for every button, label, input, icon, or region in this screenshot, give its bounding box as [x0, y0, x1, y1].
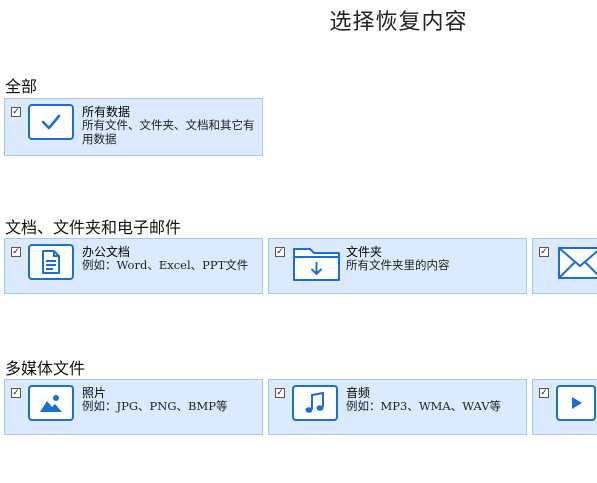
check-icon — [28, 104, 74, 140]
folder-download-icon — [292, 243, 342, 283]
document-icon — [28, 244, 74, 280]
card-desc: 所有文件夹里的内容 — [346, 258, 450, 272]
checkbox-video[interactable]: ✓ — [539, 388, 549, 398]
card-folders[interactable]: ✓ 文件夹 所有文件夹里的内容 — [268, 238, 527, 294]
checkbox-folders[interactable]: ✓ — [275, 247, 285, 257]
card-desc: 例如：MP3、WMA、WAV等 — [346, 399, 502, 413]
card-office-docs[interactable]: ✓ 办公文档 例如：Word、Excel、PPT文件 — [4, 238, 263, 294]
card-photos[interactable]: ✓ 照片 例如：JPG、PNG、BMP等 — [4, 379, 263, 435]
photo-icon — [28, 385, 74, 421]
card-desc: 例如：Word、Excel、PPT文件 — [82, 258, 249, 272]
card-audio[interactable]: ✓ 音频 例如：MP3、WMA、WAV等 — [268, 379, 527, 435]
section-label-all: 全部 — [5, 77, 38, 96]
email-icon — [557, 244, 597, 282]
section-label-media: 多媒体文件 — [5, 359, 86, 378]
checkbox-photos[interactable]: ✓ — [11, 388, 21, 398]
checkbox-office-docs[interactable]: ✓ — [11, 247, 21, 257]
card-desc: 所有文件、文件夹、文档和其它有用数据 — [82, 118, 255, 146]
section-label-docs: 文档、文件夹和电子邮件 — [5, 218, 182, 237]
card-desc: 例如：JPG、PNG、BMP等 — [82, 399, 228, 413]
card-video[interactable]: ✓ — [532, 379, 597, 435]
card-all-data[interactable]: ✓ 所有数据 所有文件、文件夹、文档和其它有用数据 — [4, 98, 263, 156]
card-email[interactable]: ✓ — [532, 238, 597, 294]
page-title: 选择恢复内容 — [329, 10, 468, 35]
checkbox-all-data[interactable]: ✓ — [11, 107, 21, 117]
video-play-icon — [556, 385, 596, 421]
checkbox-audio[interactable]: ✓ — [275, 388, 285, 398]
music-note-icon — [292, 385, 338, 421]
checkbox-email[interactable]: ✓ — [539, 247, 549, 257]
